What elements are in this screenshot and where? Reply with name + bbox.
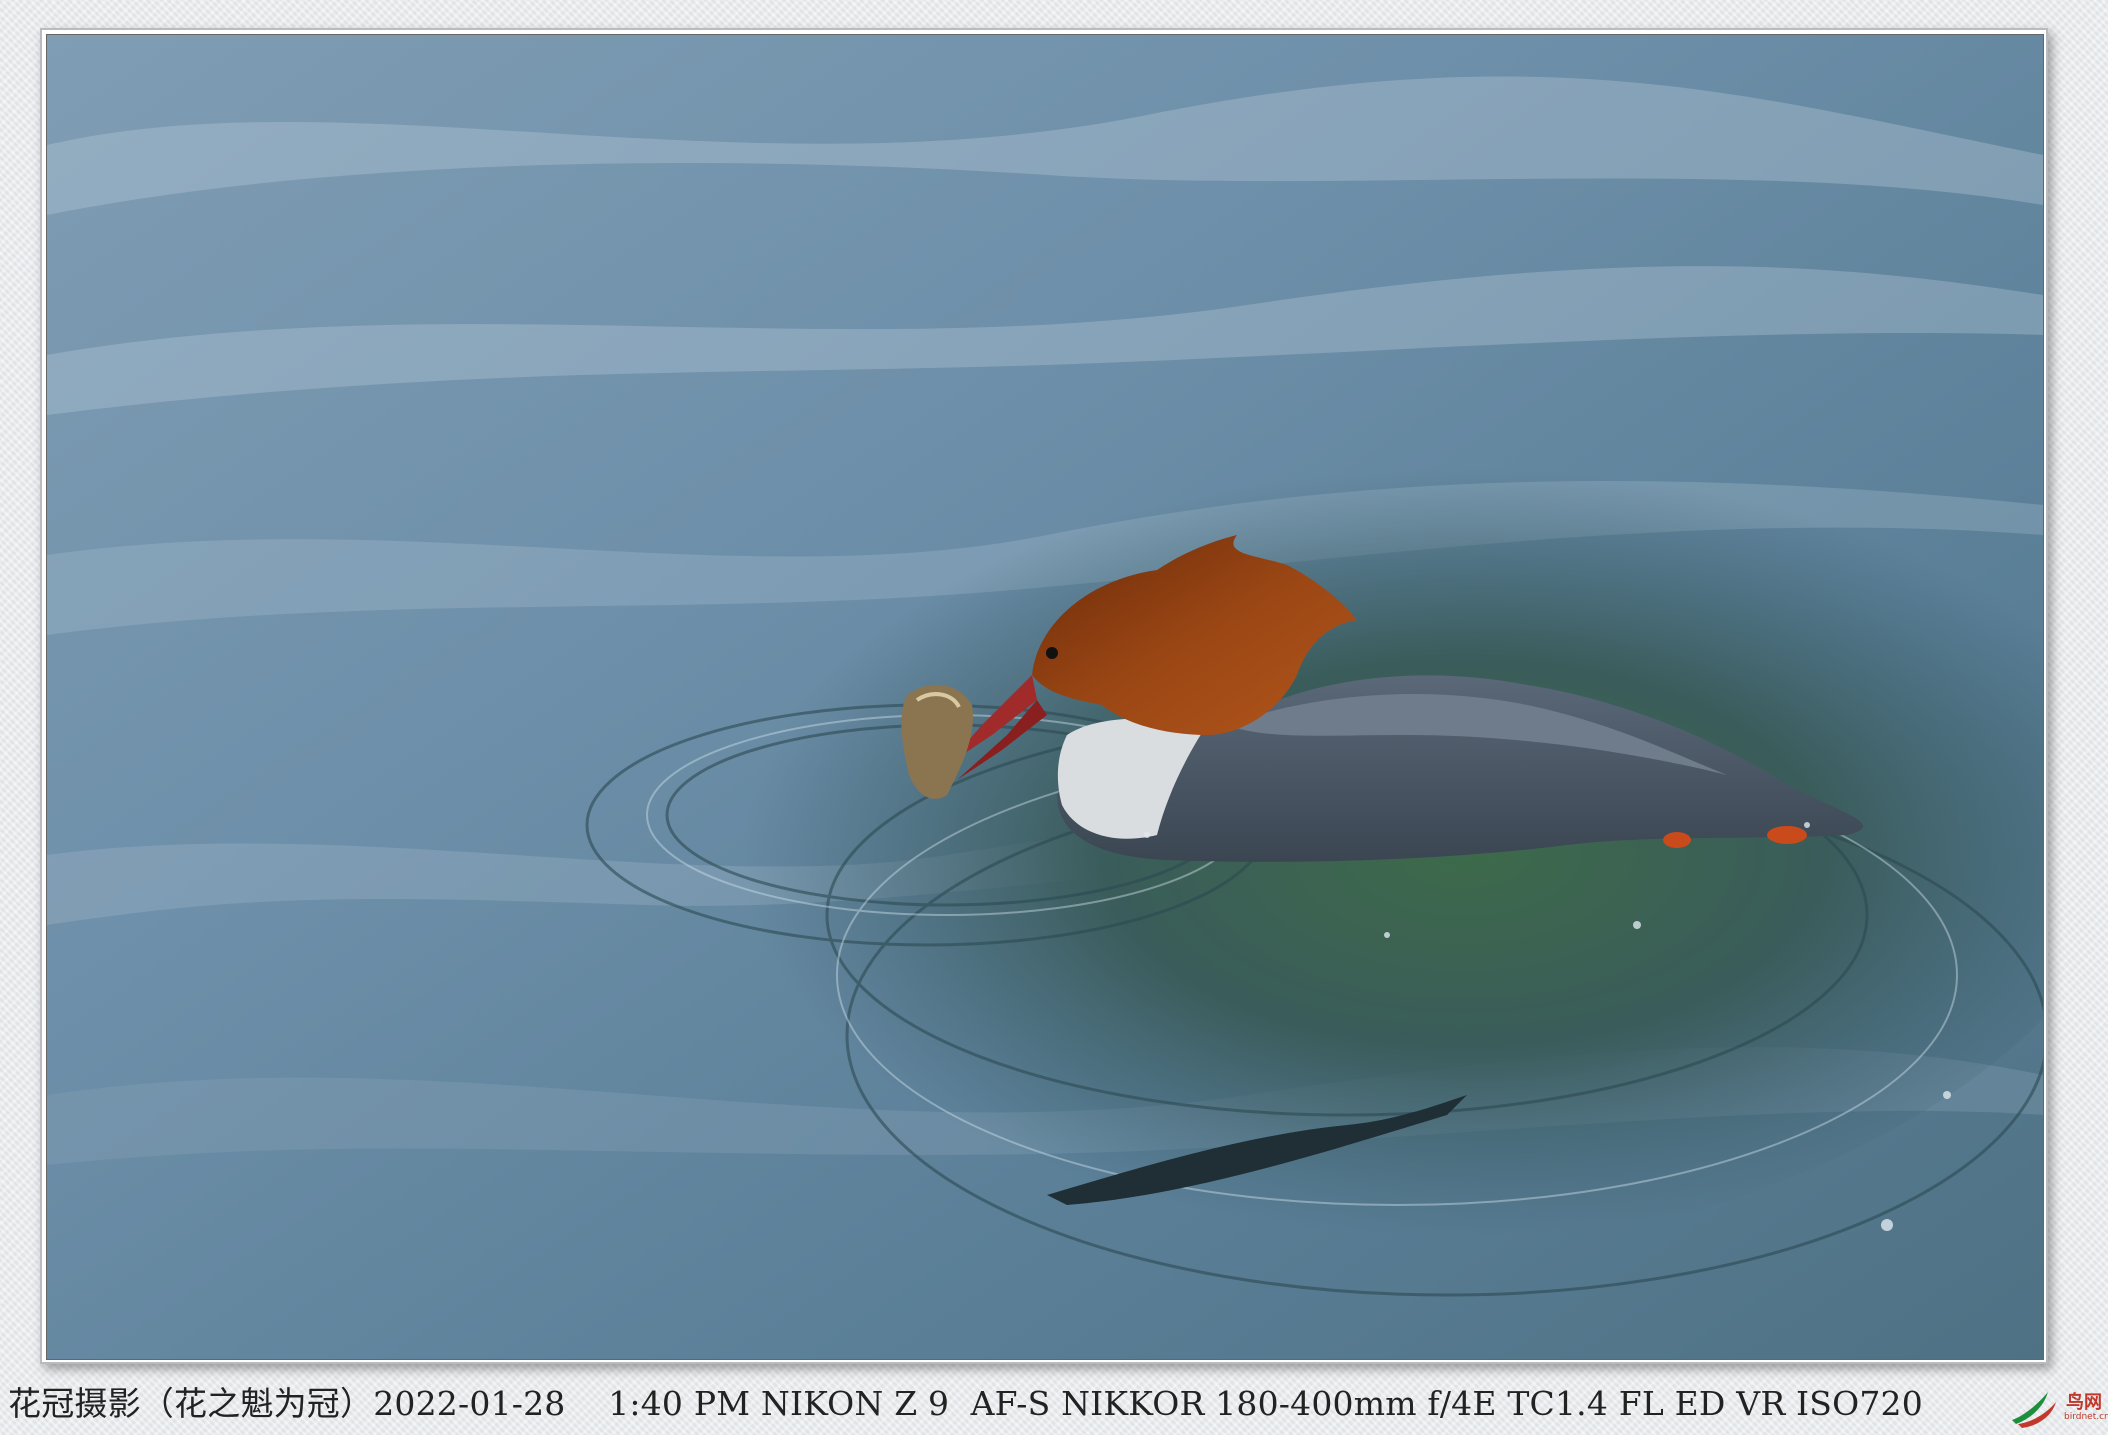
birdnet-logo: 鸟网 birdnet.cn xyxy=(2008,1386,2108,1430)
photo-frame xyxy=(40,28,2048,1364)
photo-caption: 花冠摄影（花之魁为冠）2022-01-28 1:40 PM NIKON Z 9 … xyxy=(8,1384,1923,1423)
birdnet-domain: birdnet.cn xyxy=(2064,1412,2108,1422)
birdnet-swoosh-icon xyxy=(2012,1392,2056,1428)
photo xyxy=(46,34,2044,1360)
birdnet-name: 鸟网 xyxy=(2066,1392,2102,1413)
bird-photo-image xyxy=(47,35,2043,1359)
